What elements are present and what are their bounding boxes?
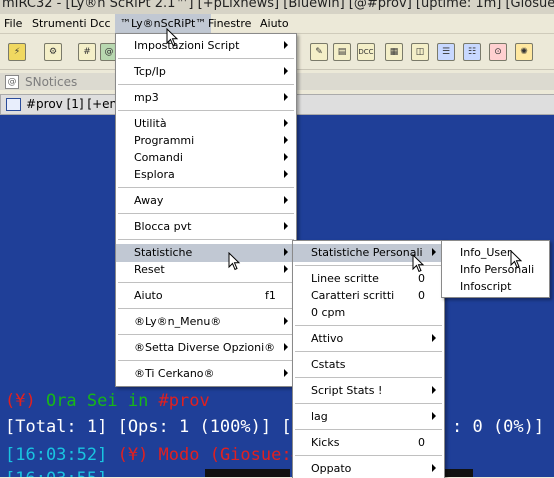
submenu-arrow-icon: [284, 317, 288, 325]
submenu-arrow-icon: [284, 369, 288, 377]
stat-value: 0: [418, 436, 425, 449]
menu-item-away[interactable]: Away: [116, 192, 296, 210]
channel-window-label: #prov [1] [+en: [26, 97, 118, 111]
submenu-arrow-icon: [284, 93, 288, 101]
stat-value: 0: [418, 289, 425, 302]
help-icon[interactable]: ⊙: [489, 43, 507, 61]
menu-item-attivo[interactable]: Attivo: [293, 330, 444, 348]
menu-item-cstats[interactable]: Cstats: [293, 356, 444, 374]
mouse-cursor-icon: [412, 254, 425, 273]
mouse-cursor-icon: [166, 28, 179, 47]
menu-aiuto[interactable]: Aiuto: [260, 17, 289, 30]
tile-windows-icon[interactable]: ☰: [437, 43, 455, 61]
menu-item-script-stats[interactable]: Script Stats !: [293, 382, 444, 400]
menu-item-reset[interactable]: Reset: [116, 261, 296, 279]
menu-item-blocca-pvt[interactable]: Blocca pvt: [116, 218, 296, 236]
statistiche-personali-submenu: Info_User Info Personali Infoscript: [441, 240, 550, 298]
status-icon[interactable]: ✺: [515, 43, 533, 61]
chat-highlight-block: [205, 469, 290, 477]
menu-item-lag[interactable]: lag: [293, 408, 444, 426]
menu-item-cpm[interactable]: 0 cpm: [293, 304, 444, 322]
menu-item-aiuto[interactable]: Aiuto f1: [116, 287, 296, 305]
dcc-chat-icon[interactable]: ▦: [385, 43, 403, 61]
submenu-arrow-icon: [284, 153, 288, 161]
submenu-arrow-icon: [284, 222, 288, 230]
window-title: mIRC32 - [Ly®n ScRiPt 2.1™] [+pLixnews] …: [2, 0, 554, 11]
chat-mode-text: (¥) Modo (Giosue:#p: [107, 445, 313, 465]
menu-item-setta-opzioni[interactable]: ®Setta Diverse Opzioni®: [116, 339, 296, 357]
dcc-send-icon[interactable]: DCC: [357, 43, 375, 61]
notify-list-icon[interactable]: ◫: [411, 43, 429, 61]
menu-item-lyon-menu[interactable]: ®Ly®n_Menu®: [116, 313, 296, 331]
chat-totals-right: : 0 (0%)]: [452, 417, 545, 437]
notices-window-icon: @: [5, 75, 19, 89]
menu-item-statistiche[interactable]: Statistiche: [116, 244, 296, 262]
submenu-arrow-icon: [284, 265, 288, 273]
menu-item-tcp-ip[interactable]: Tcp/Ip: [116, 63, 296, 81]
submenu-arrow-icon: [432, 248, 436, 256]
chat-prefix: (¥): [5, 391, 36, 411]
menu-item-info-user[interactable]: Info_User: [442, 244, 549, 262]
script-editor-icon[interactable]: ✎: [310, 43, 328, 61]
menu-item-programmi[interactable]: Programmi: [116, 132, 296, 150]
submenu-arrow-icon: [284, 248, 288, 256]
submenu-arrow-icon: [284, 196, 288, 204]
cascade-windows-icon[interactable]: ☷: [463, 43, 481, 61]
statistiche-submenu: Statistiche Personali Linee scritte 0 Car…: [292, 240, 445, 478]
menu-item-oppato[interactable]: Oppato: [293, 460, 444, 478]
submenu-arrow-icon: [432, 334, 436, 342]
chat-text: Ora Sei in: [35, 391, 159, 411]
menu-item-kicks[interactable]: Kicks 0: [293, 434, 444, 452]
menu-lyonscript[interactable]: ™Ly®nScRiPt™: [115, 14, 212, 33]
chat-timestamp: [16:03:52]: [5, 445, 108, 465]
notices-window-label: SNotices: [25, 75, 78, 89]
submenu-arrow-icon: [284, 170, 288, 178]
menu-item-infoscript[interactable]: Infoscript: [442, 278, 549, 296]
chat-line-right: : 0 (0%)]: [452, 417, 544, 437]
submenu-arrow-icon: [432, 412, 436, 420]
menu-item-mp3[interactable]: mp3: [116, 89, 296, 107]
menu-file[interactable]: File: [4, 17, 22, 30]
menu-dcc[interactable]: Dcc: [90, 17, 111, 30]
colors-icon[interactable]: ▤: [333, 43, 351, 61]
chat-highlight-block: [445, 469, 473, 477]
chat-line: [16:03:52] (¥) Modo (Giosue:#p: [5, 445, 312, 465]
window-title-bar: mIRC32 - [Ly®n ScRiPt 2.1™] [+pLixnews] …: [0, 0, 554, 14]
submenu-arrow-icon: [432, 386, 436, 394]
shortcut-label: f1: [265, 289, 276, 302]
mouse-cursor-icon: [228, 252, 241, 271]
mouse-cursor-icon: [510, 250, 523, 269]
chat-channel: #prov: [158, 391, 210, 411]
submenu-arrow-icon: [284, 67, 288, 75]
chat-line: [16:03:55]: [5, 469, 107, 477]
menu-strumenti[interactable]: Strumenti: [32, 17, 87, 30]
submenu-arrow-icon: [284, 41, 288, 49]
menu-bar: File Strumenti Dcc ™Ly®nScRiPt™ Finestre…: [0, 14, 554, 34]
submenu-arrow-icon: [284, 343, 288, 351]
channels-icon[interactable]: #: [78, 43, 96, 61]
menu-item-info-personali[interactable]: Info Personali: [442, 261, 549, 279]
menu-item-utilita[interactable]: Utilità: [116, 115, 296, 133]
connect-icon[interactable]: ⚡: [8, 43, 26, 61]
menu-item-impostazioni-script[interactable]: Impostazioni Script: [116, 37, 296, 55]
submenu-arrow-icon: [432, 464, 436, 472]
lyonscript-dropdown-menu: Impostazioni Script Tcp/Ip mp3 Utilità P…: [115, 33, 297, 387]
chat-line: (¥) Ora Sei in #prov: [5, 391, 210, 411]
submenu-arrow-icon: [284, 119, 288, 127]
menu-item-ti-cerkano[interactable]: ®Ti Cerkano®: [116, 365, 296, 383]
chat-timestamp: [16:03:55]: [5, 469, 107, 477]
options-icon[interactable]: ⚙: [44, 43, 62, 61]
menu-item-comandi[interactable]: Comandi: [116, 149, 296, 167]
menu-finestre[interactable]: Finestre: [208, 17, 251, 30]
menu-item-esplora[interactable]: Esplora: [116, 166, 296, 184]
submenu-arrow-icon: [284, 136, 288, 144]
channel-window-icon: [6, 98, 21, 111]
menu-item-caratteri-scritti[interactable]: Caratteri scritti 0: [293, 287, 444, 305]
